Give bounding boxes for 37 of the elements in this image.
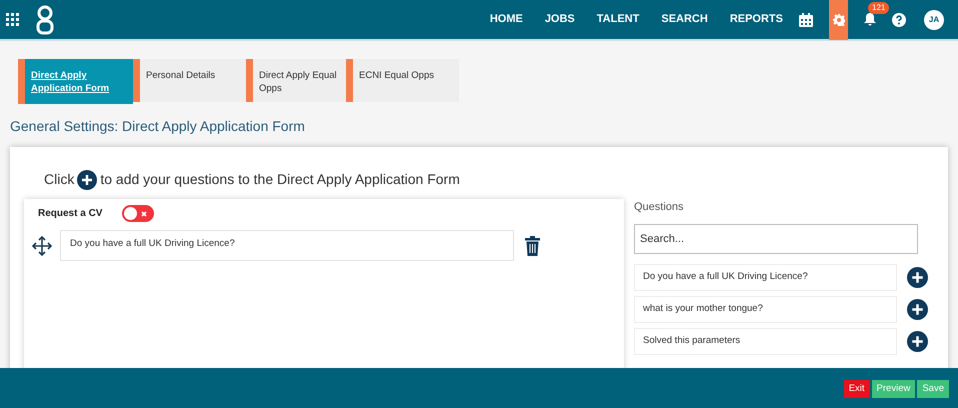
instruction-text: to add your questions to the Direct Apply Application Form <box>100 170 460 189</box>
logo-icon[interactable] <box>36 4 54 34</box>
question-field[interactable]: Do you have a full UK Driving Licence? <box>60 230 514 261</box>
notification-badge: 121 <box>868 2 890 14</box>
tab[interactable]: Direct Apply Equal Opps <box>246 59 346 102</box>
cross-icon <box>141 210 148 216</box>
tab[interactable]: ECNI Equal Opps <box>346 59 459 102</box>
page-title: General Settings: Direct Apply Application Form <box>10 117 306 136</box>
nav-link[interactable]: TALENT <box>596 11 640 28</box>
nav-link[interactable]: REPORTS <box>730 11 783 28</box>
request-cv-label: Request a CV <box>38 207 102 221</box>
trash-icon[interactable] <box>525 236 540 256</box>
question-item[interactable]: what is your mother tongue? <box>634 296 897 322</box>
user-avatar[interactable]: JA <box>924 10 944 30</box>
bell-icon[interactable] <box>864 13 876 26</box>
question-item[interactable]: Do you have a full UK Driving Licence? <box>634 264 897 290</box>
settings-button[interactable] <box>829 0 848 40</box>
calendar-icon[interactable] <box>799 12 813 26</box>
questions-heading: Questions <box>634 200 685 215</box>
help-icon[interactable] <box>892 12 906 26</box>
tab[interactable]: Direct Apply Application Form <box>18 59 133 104</box>
request-cv-toggle[interactable] <box>122 205 154 222</box>
instruction-text: Click <box>44 170 74 189</box>
add-icon[interactable] <box>907 266 928 288</box>
tab[interactable]: Personal Details <box>133 59 246 102</box>
question-item[interactable]: Solved this parameters <box>634 328 897 354</box>
move-icon[interactable] <box>32 236 52 256</box>
add-icon <box>77 170 98 190</box>
nav-link[interactable]: HOME <box>490 11 523 28</box>
settings-icon <box>832 14 844 26</box>
nav-link[interactable]: JOBS <box>544 11 575 28</box>
add-icon[interactable] <box>907 298 928 320</box>
nav-link[interactable]: SEARCH <box>661 11 708 28</box>
apps-grid-icon[interactable] <box>6 12 20 26</box>
add-icon[interactable] <box>907 330 928 352</box>
search-field[interactable]: Search... <box>634 224 918 254</box>
footer-button[interactable]: Exit <box>844 380 870 398</box>
